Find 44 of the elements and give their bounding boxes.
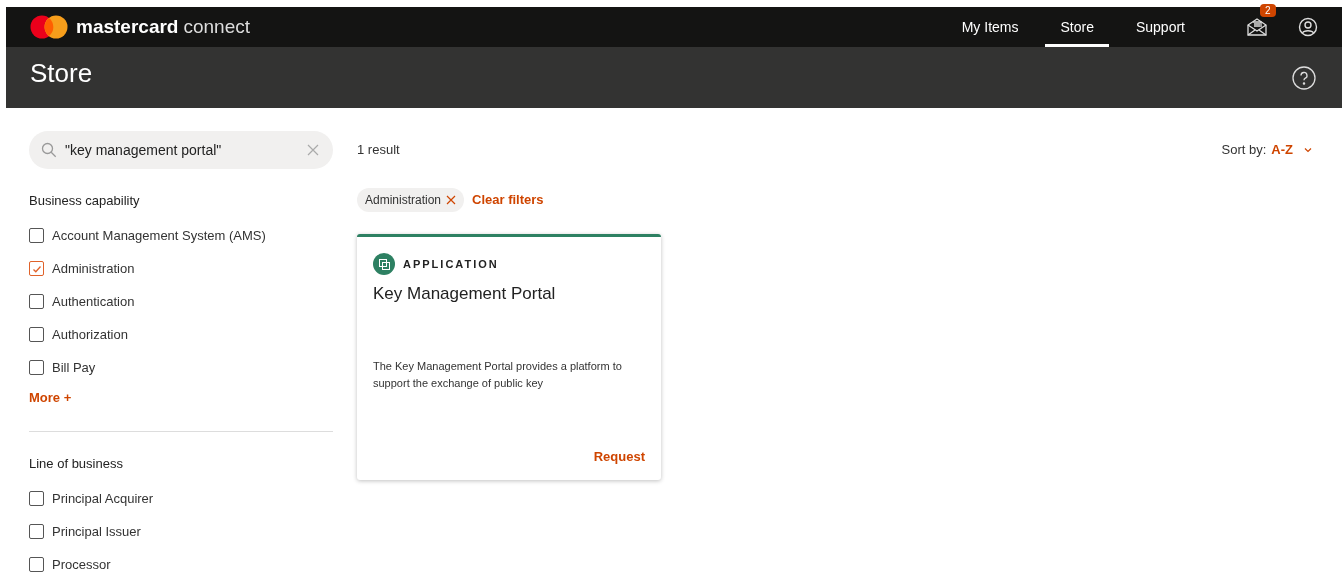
filter-option-label: Administration bbox=[52, 259, 135, 278]
checkbox[interactable] bbox=[29, 557, 44, 572]
checkbox[interactable] bbox=[29, 261, 44, 276]
filter-option-label: Processor bbox=[52, 555, 111, 574]
more-link[interactable]: More + bbox=[29, 387, 333, 407]
nav-tab[interactable]: Support bbox=[1120, 7, 1200, 47]
filter-option-label: Authentication bbox=[52, 292, 135, 311]
checkbox[interactable] bbox=[29, 491, 44, 506]
logo-icon bbox=[30, 15, 68, 39]
filter-option-label: Account Management System (AMS) bbox=[52, 226, 266, 245]
filter-option-label: Principal Acquirer bbox=[52, 489, 154, 508]
card-type: APPLICATION bbox=[403, 256, 499, 272]
filter-group-title: Line of business bbox=[29, 455, 124, 473]
card-description: The Key Management Portal provides a platform to support the exchange of public key bbox=[373, 358, 623, 391]
checkbox[interactable] bbox=[29, 524, 44, 539]
application-icon bbox=[373, 253, 395, 275]
filter-option-label: Bill Pay bbox=[52, 358, 96, 377]
remove-icon bbox=[446, 195, 457, 205]
help-icon[interactable] bbox=[1292, 66, 1316, 90]
checkbox[interactable] bbox=[29, 294, 44, 309]
checkbox[interactable] bbox=[29, 327, 44, 342]
checkbox[interactable] bbox=[29, 360, 44, 375]
search-field[interactable]: "key management portal" bbox=[29, 131, 333, 169]
filter-group-title: Business capability bbox=[29, 192, 141, 210]
search-icon bbox=[41, 142, 57, 158]
page-title: Store bbox=[30, 57, 93, 90]
filter-chip[interactable]: Administration bbox=[357, 188, 465, 212]
request-link[interactable]: Request bbox=[593, 446, 645, 466]
mail-icon[interactable] bbox=[1246, 17, 1268, 37]
filter-option-label: Authorization bbox=[52, 325, 128, 344]
card-title: Key Management Portal bbox=[373, 283, 557, 305]
clear-filters-link[interactable]: Clear filters bbox=[472, 190, 544, 210]
result-count: 1 result bbox=[357, 141, 400, 160]
brand-name: mastercard bbox=[76, 14, 179, 39]
notification-badge: 2 bbox=[1260, 4, 1276, 17]
checkbox[interactable] bbox=[29, 228, 44, 243]
check-icon bbox=[31, 263, 42, 274]
nav-tab[interactable]: My Items bbox=[946, 7, 1034, 47]
chevron-down-icon bbox=[1304, 147, 1312, 153]
product-card[interactable]: APPLICATION Key Management Portal The Key Management Portal provides a platform to support the exchange of public key Request bbox=[357, 234, 661, 480]
sort-dropdown[interactable]: Sort by: A-Z bbox=[1221, 140, 1312, 160]
user-icon[interactable] bbox=[1298, 17, 1318, 37]
filter-option-label: Principal Issuer bbox=[52, 522, 141, 541]
brand-product: connect bbox=[183, 14, 250, 39]
